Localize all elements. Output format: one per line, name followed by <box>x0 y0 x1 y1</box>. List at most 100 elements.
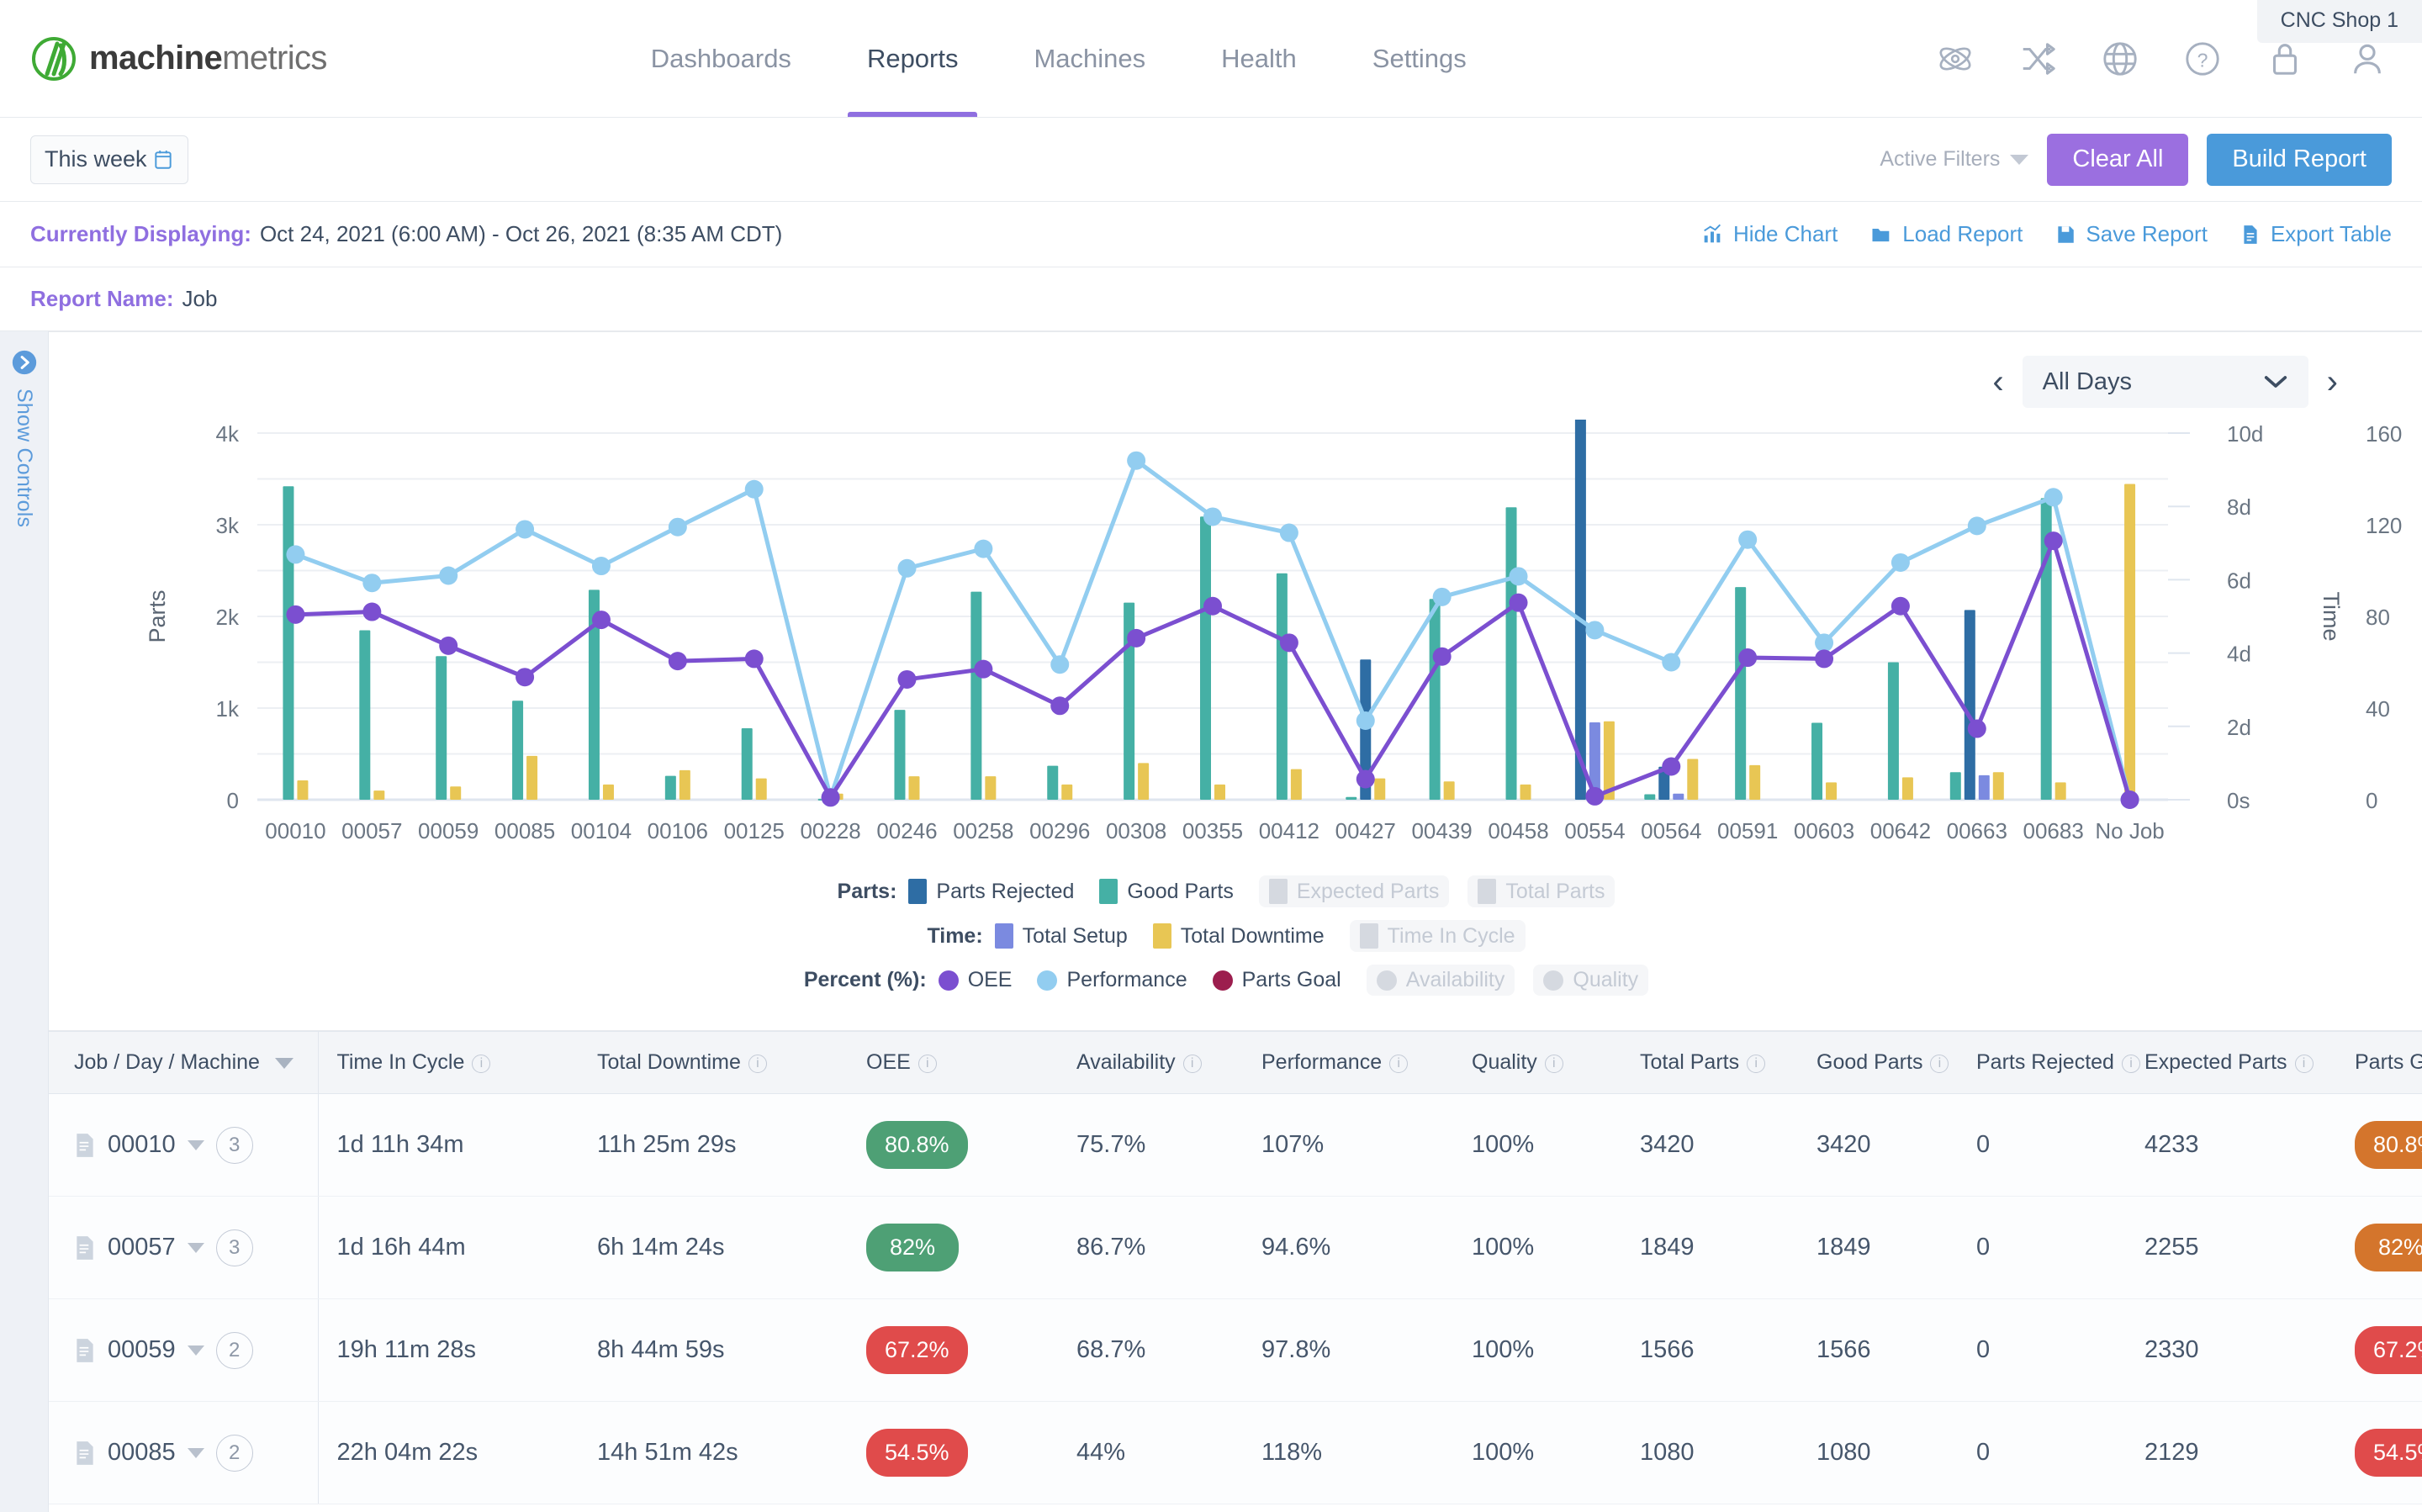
export-table-button[interactable]: Export Table <box>2240 221 2392 247</box>
legend-item-total-setup[interactable]: Total Setup <box>994 923 1128 949</box>
calendar-icon <box>155 150 172 169</box>
clear-all-button[interactable]: Clear All <box>2047 133 2189 186</box>
table-header-availability[interactable]: Availability i <box>1058 1032 1243 1094</box>
cell-job[interactable]: 00085 2 <box>49 1401 319 1504</box>
job-cell[interactable]: 00057 3 <box>74 1229 318 1266</box>
svg-text:00439: 00439 <box>1411 818 1472 843</box>
nav-item-dashboards[interactable]: Dashboards <box>613 0 829 117</box>
lock-icon[interactable] <box>2266 40 2304 78</box>
cell-quality: 100% <box>1453 1093 1621 1197</box>
show-controls-tab[interactable]: Show Controls <box>0 331 49 1512</box>
cell-total-downtime: 6h 14m 24s <box>579 1196 848 1299</box>
info-icon[interactable]: i <box>2294 1055 2314 1073</box>
table-header-job-day-machine[interactable]: Job / Day / Machine <box>49 1032 319 1094</box>
info-icon[interactable]: i <box>2121 1055 2140 1073</box>
cell-time-in-cycle: 22h 04m 22s <box>318 1401 579 1504</box>
chevron-down-icon[interactable] <box>274 1058 293 1069</box>
job-cell[interactable]: 00010 3 <box>74 1126 318 1164</box>
chevron-right-circle-icon <box>12 350 36 375</box>
legend-item-expected-parts[interactable]: Expected Parts <box>1258 875 1450 907</box>
info-icon[interactable]: i <box>1930 1055 1949 1073</box>
legend-label-oee: OEE <box>967 968 1013 991</box>
caret-down-icon[interactable] <box>187 1447 204 1458</box>
nav-item-settings[interactable]: Settings <box>1335 0 1504 117</box>
legend-item-good-parts[interactable]: Good Parts <box>1099 879 1234 904</box>
date-range-selector[interactable]: This week <box>30 135 188 184</box>
build-report-button[interactable]: Build Report <box>2207 133 2392 186</box>
svg-text:00591: 00591 <box>1717 818 1778 843</box>
caret-down-icon[interactable] <box>187 1242 204 1253</box>
legend-item-performance[interactable]: Performance <box>1037 968 1187 992</box>
info-icon[interactable]: i <box>748 1055 767 1073</box>
app-logo[interactable]: machinemetrics <box>0 36 327 81</box>
report-actions: Hide Chart Load Report Save Report Expor… <box>1700 221 2392 247</box>
table-row[interactable]: 00010 3 1d 11h 34m 11h 25m 29s 80.8% 75.7% 107… <box>49 1093 2422 1197</box>
load-report-button[interactable]: Load Report <box>1869 221 2023 247</box>
cell-parts-goal: 82% <box>2336 1196 2422 1299</box>
show-controls-label: Show Controls <box>13 389 36 528</box>
legend-item-parts-goal[interactable]: Parts Goal <box>1212 968 1341 992</box>
table-header-parts-goal[interactable]: Parts Goali <box>2336 1032 2422 1094</box>
table-header-time-in-cycle[interactable]: Time In Cycle i <box>318 1032 579 1094</box>
info-icon[interactable]: i <box>1182 1055 1202 1073</box>
document-icon <box>77 1235 93 1260</box>
info-icon[interactable]: i <box>472 1055 491 1073</box>
job-cell[interactable]: 00059 2 <box>74 1331 318 1369</box>
info-icon[interactable]: i <box>1544 1055 1563 1073</box>
active-filters-dropdown[interactable]: Active Filters <box>1880 147 2029 172</box>
legend-item-oee[interactable]: OEE <box>938 968 1013 992</box>
svg-text:1k: 1k <box>216 696 240 722</box>
caret-down-icon[interactable] <box>187 1345 204 1356</box>
legend-swatch-total-parts <box>1478 879 1497 904</box>
nav-item-reports[interactable]: Reports <box>829 0 997 117</box>
legend-item-parts-rejected[interactable]: Parts Rejected <box>908 879 1074 904</box>
table-header-parts-rejected[interactable]: Parts Rejected i <box>1958 1032 2140 1094</box>
caret-down-icon[interactable] <box>187 1139 204 1150</box>
table-header-good-parts[interactable]: Good Parts i <box>1798 1032 1958 1094</box>
parts-goal-badge: 82% <box>2355 1224 2422 1271</box>
legend-swatch-parts-goal <box>1212 970 1233 991</box>
table-row[interactable]: 00057 3 1d 16h 44m 6h 14m 24s 82% 86.7% 94.6% 1… <box>49 1196 2422 1299</box>
globe-icon[interactable] <box>2101 40 2139 78</box>
cell-job[interactable]: 00057 3 <box>49 1196 319 1299</box>
legend-item-time-in-cycle[interactable]: Time In Cycle <box>1349 920 1526 952</box>
cell-performance: 94.6% <box>1243 1196 1453 1299</box>
svg-text:4k: 4k <box>216 421 240 447</box>
legend-item-quality[interactable]: Quality <box>1533 965 1649 996</box>
save-report-button[interactable]: Save Report <box>2054 221 2208 247</box>
page-body: Show Controls ‹ All Days › 0 1k 2k 3k 4k Part… <box>0 331 2422 1512</box>
user-icon[interactable] <box>2348 40 2387 78</box>
shop-badge[interactable]: CNC Shop 1 <box>2256 0 2422 43</box>
info-icon[interactable]: i <box>918 1055 937 1073</box>
legend-item-total-parts[interactable]: Total Parts <box>1467 875 1616 907</box>
info-icon[interactable]: i <box>1747 1055 1766 1073</box>
table-header-quality[interactable]: Quality i <box>1453 1032 1621 1094</box>
cell-job[interactable]: 00059 2 <box>49 1298 319 1402</box>
job-cell[interactable]: 00085 2 <box>74 1434 318 1472</box>
atom-icon[interactable] <box>1936 40 1975 78</box>
info-icon[interactable]: i <box>1389 1055 1409 1073</box>
next-day-button[interactable]: › <box>2327 365 2338 399</box>
shuffle-icon[interactable] <box>2018 40 2057 78</box>
table-row[interactable]: 00085 2 22h 04m 22s 14h 51m 42s 54.5% 44% 118%… <box>49 1401 2422 1504</box>
nav-item-machines[interactable]: Machines <box>996 0 1183 117</box>
legend-item-availability[interactable]: Availability <box>1366 965 1515 996</box>
svg-text:00010: 00010 <box>265 818 325 843</box>
help-icon[interactable]: ? <box>2183 40 2222 78</box>
hide-chart-button[interactable]: Hide Chart <box>1700 221 1838 247</box>
nav-item-health[interactable]: Health <box>1183 0 1335 117</box>
table-header-oee[interactable]: OEE i <box>848 1032 1058 1094</box>
cell-job[interactable]: 00010 3 <box>49 1093 319 1197</box>
cell-oee: 54.5% <box>848 1401 1058 1504</box>
filter-bar: This week Active Filters Clear All Build… <box>0 118 2422 202</box>
legend-item-total-downtime[interactable]: Total Downtime <box>1152 923 1325 949</box>
table-header-performance[interactable]: Performance i <box>1243 1032 1453 1094</box>
prev-day-button[interactable]: ‹ <box>1992 365 2003 399</box>
save-icon <box>2058 225 2075 243</box>
table-header-total-downtime[interactable]: Total Downtime i <box>579 1032 848 1094</box>
table-header-total-parts[interactable]: Total Parts i <box>1621 1032 1798 1094</box>
table-header-expected-parts[interactable]: Expected Parts i <box>2126 1032 2336 1094</box>
report-chart[interactable]: 0 1k 2k 3k 4k Parts 0s 2d 4d 6d 8d 10d Time 0 40 80 120 1… <box>49 331 2422 857</box>
day-select-dropdown[interactable]: All Days <box>2022 356 2308 408</box>
table-row[interactable]: 00059 2 19h 11m 28s 8h 44m 59s 67.2% 68.7% 97.… <box>49 1298 2422 1402</box>
